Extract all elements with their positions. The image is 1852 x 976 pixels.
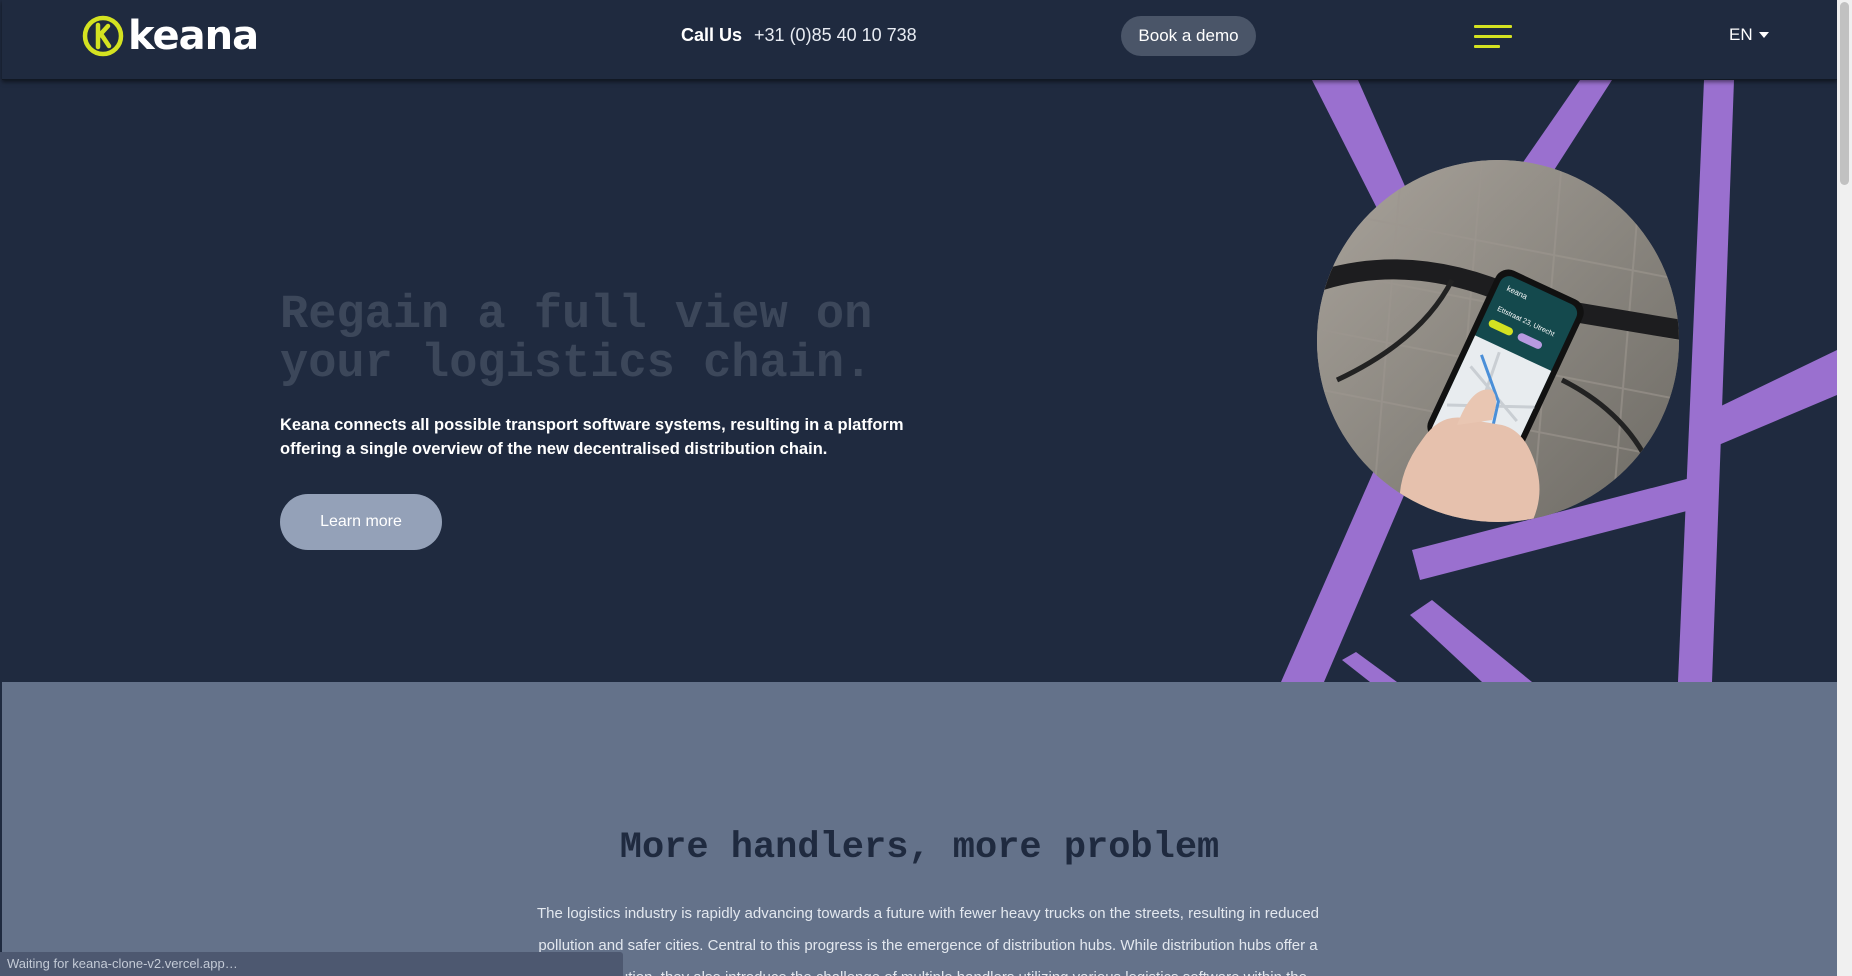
keana-logo-icon	[82, 15, 124, 57]
page-scrollbar[interactable]	[1837, 0, 1852, 976]
section-body: The logistics industry is rapidly advanc…	[536, 905, 1320, 976]
handlers-section: More handlers, more problem The logistic…	[2, 682, 1837, 976]
learn-more-button[interactable]: Learn more	[280, 494, 442, 550]
call-us-label: Call Us	[681, 25, 743, 45]
hero-subtitle: Keana connects all possible transport so…	[280, 416, 904, 458]
section-title: More handlers, more problem	[619, 827, 1220, 869]
browser-status-bar: Waiting for keana-clone-v2.vercel.app…	[0, 952, 623, 976]
hero-title: Regain a full view on your logistics cha…	[280, 289, 873, 391]
menu-icon-line	[1474, 45, 1500, 48]
site-header: keana Call Us +31 (0)85 40 10 738 Book a…	[2, 0, 1837, 80]
language-label: EN	[1729, 25, 1753, 44]
logo-text: keana	[128, 13, 259, 59]
menu-icon-line	[1474, 35, 1512, 38]
bike-phone-photo: keana Ettstraat 23, Utrecht	[1317, 160, 1679, 522]
book-demo-button[interactable]: Book a demo	[1121, 16, 1256, 56]
menu-icon-line	[1474, 25, 1512, 28]
menu-icon[interactable]	[1474, 25, 1512, 49]
scrollbar-thumb[interactable]	[1840, 2, 1849, 185]
phone-number-link[interactable]: +31 (0)85 40 10 738	[754, 25, 917, 46]
language-selector[interactable]: EN	[1729, 25, 1769, 45]
caret-down-icon	[1758, 32, 1769, 38]
keana-logo[interactable]: keana	[82, 13, 259, 59]
page: keana Call Us +31 (0)85 40 10 738 Book a…	[0, 0, 1837, 976]
hero-section: keana Ettstraat 23, Utrecht Regain a ful…	[2, 80, 1837, 682]
call-us: Call Us +31 (0)85 40 10 738	[681, 25, 917, 46]
